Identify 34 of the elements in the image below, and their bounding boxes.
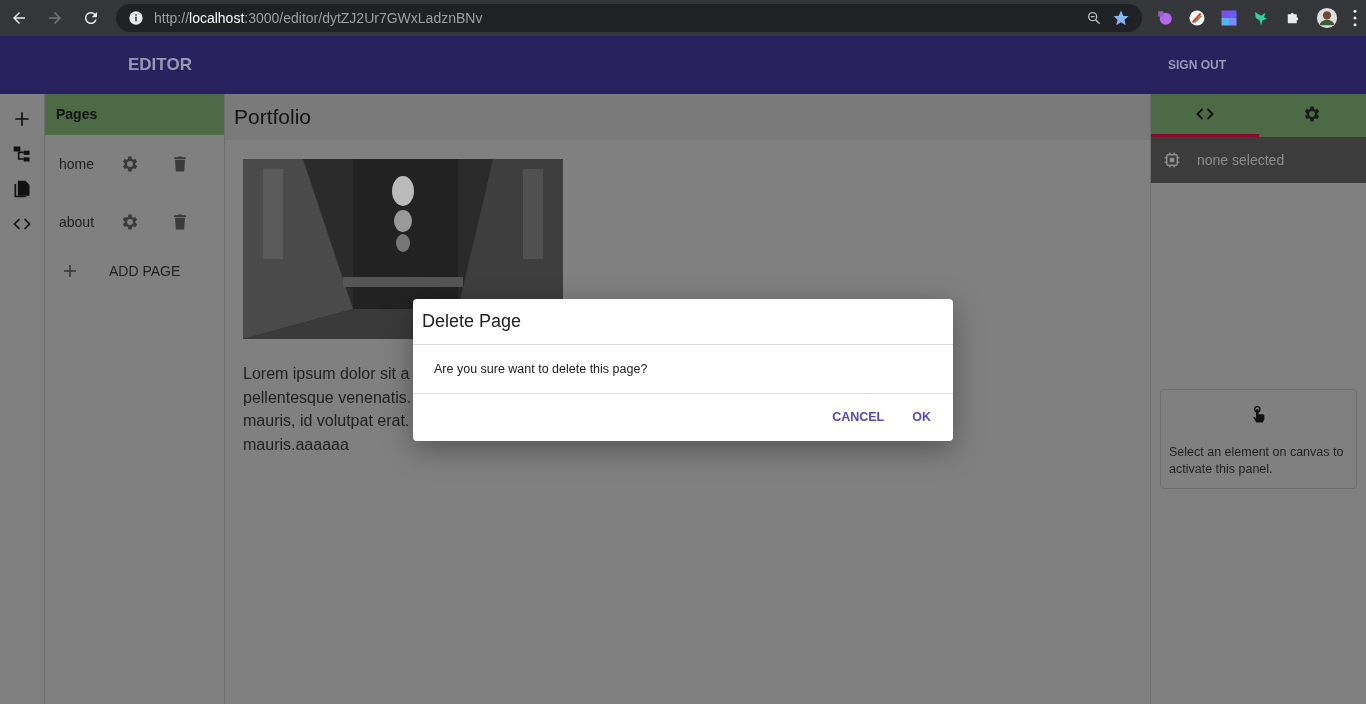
selection-label: none selected [1197,150,1285,170]
page-title: Portfolio [225,94,1150,140]
paragraph-text: mauris, id volutpat erat. [243,411,410,431]
ok-button[interactable]: OK [904,402,939,434]
dialog-title: Delete Page [413,299,953,345]
paragraph-text: pellentesque venenatis. [243,387,412,408]
app-title: EDITOR [128,54,192,77]
info-icon[interactable] [128,10,144,26]
settings-icon [120,154,140,174]
extension-icon[interactable] [1188,9,1206,27]
more-menu-icon[interactable] [1352,9,1358,27]
dialog-message: Are you sure want to delete this page? [413,344,953,395]
add-page-button[interactable]: ADD PAGE [61,251,181,291]
sign-out-button[interactable]: SIGN OUT [1168,50,1226,80]
bird-icon[interactable] [1252,9,1270,27]
add-icon [12,109,32,129]
chip-icon [1163,151,1181,169]
panel-title: Pages [45,94,224,135]
add-icon [61,262,79,280]
zoom-out-icon[interactable] [1086,10,1102,26]
reload-icon [82,9,100,27]
paragraph-text: Lorem ipsum dolor sit a [243,364,410,384]
page-link[interactable]: home [59,153,119,175]
avatar-icon[interactable] [1316,7,1338,29]
paragraph-text: mauris.aaaaaa [243,434,349,455]
star-icon[interactable] [1112,9,1130,27]
copy-icon [12,179,32,199]
extension-icon[interactable] [1220,9,1238,27]
hint-text: Select an element on canvas to activate this panel. [1169,444,1345,478]
page-link[interactable]: about [59,211,119,233]
cancel-button[interactable]: CANCEL [824,402,893,434]
settings-icon [120,212,140,232]
forward-arrow-icon [46,9,64,27]
tree-icon [12,144,32,164]
